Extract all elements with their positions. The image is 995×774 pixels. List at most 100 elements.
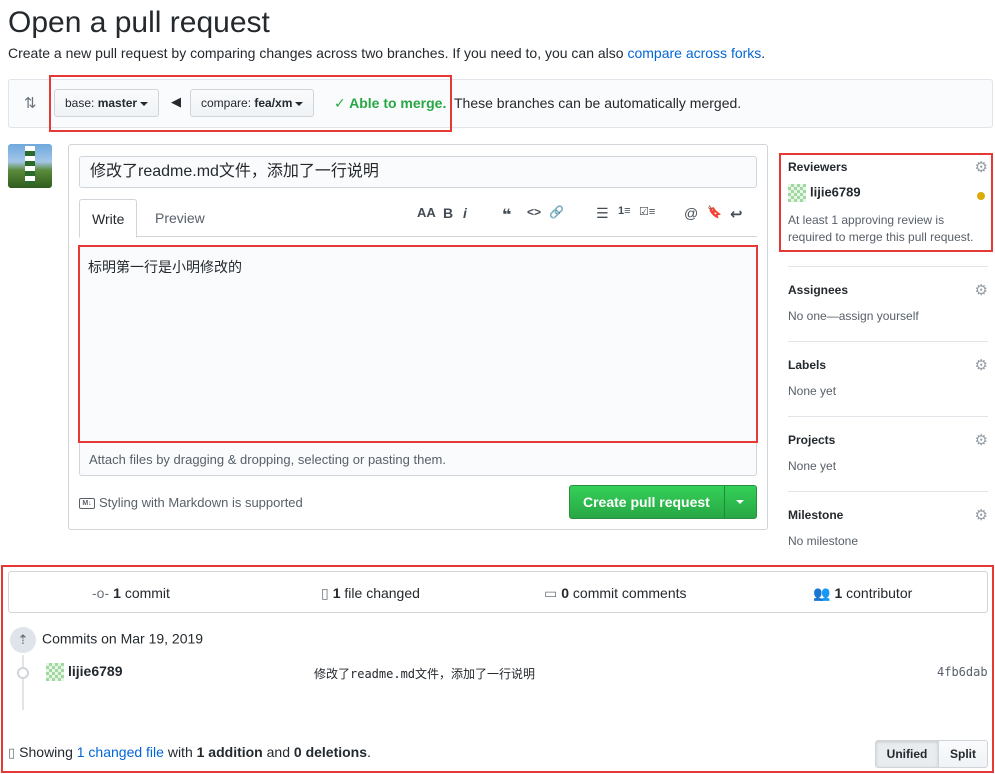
split-view-button[interactable]: Split <box>938 740 988 768</box>
gear-icon[interactable]: ⚙ <box>975 506 988 524</box>
people-icon: 👥 <box>813 585 831 601</box>
commit-message[interactable]: 修改了readme.md文件，添加了一行说明 <box>314 665 535 682</box>
milestone-section: Milestone ⚙ No milestone <box>788 506 988 548</box>
file-icon: ▯ <box>8 745 16 760</box>
assignees-section: Assignees ⚙ No one—assign yourself <box>788 281 988 323</box>
markdown-icon: M↓ <box>79 498 95 510</box>
diff-summary: ▯ Showing 1 changed file with 1 addition … <box>8 744 371 761</box>
markdown-note: M↓ Styling with Markdown is supported <box>79 495 303 510</box>
compare-branch-select[interactable]: compare: fea/xm <box>190 89 315 117</box>
milestone-label[interactable]: Milestone <box>788 508 988 522</box>
gear-icon[interactable]: ⚙ <box>975 356 988 374</box>
pr-title-input[interactable]: 修改了readme.md文件，添加了一行说明 <box>79 156 757 188</box>
gear-icon[interactable]: ⚙ <box>975 158 988 176</box>
header-text-icon[interactable]: AA <box>417 205 436 220</box>
comments-count: 0 <box>561 585 570 601</box>
markdown-note-text[interactable]: Styling with Markdown is supported <box>99 495 303 510</box>
reviewer-name[interactable]: lijie6789 <box>810 184 861 199</box>
italic-icon[interactable]: i <box>463 205 467 221</box>
stat-commits[interactable]: -o- 1 commit <box>92 572 170 614</box>
chevron-down-icon[interactable] <box>736 500 744 504</box>
user-avatar <box>8 144 52 188</box>
gear-icon[interactable]: ⚙ <box>975 431 988 449</box>
bookmark-icon[interactable]: 🔖 <box>707 205 722 219</box>
comment-icon: ▭ <box>544 585 558 601</box>
link-icon[interactable]: 🔗 <box>549 205 564 219</box>
base-branch-select[interactable]: base: master <box>54 89 160 117</box>
file-diff-icon: ▯ <box>321 585 329 601</box>
reviewers-note: At least 1 approving review is required … <box>788 213 974 244</box>
chevron-down-icon <box>140 101 149 106</box>
pr-body-textarea[interactable]: 标明第一行是小明修改的 <box>79 246 757 442</box>
base-prefix: base: <box>65 96 95 110</box>
additions-count: 1 addition <box>196 744 263 760</box>
arrow-left-icon: ◀ <box>171 94 181 109</box>
contributors-count: 1 <box>834 585 843 601</box>
compare-arrows-icon: ⇅ <box>24 95 37 112</box>
commit-sha[interactable]: 4fb6dab <box>937 665 988 679</box>
tab-write[interactable]: Write <box>79 199 138 238</box>
commit-author-name[interactable]: lijie6789 <box>68 663 123 679</box>
subtitle-end: . <box>761 45 766 61</box>
deletions-count: 0 deletions <box>293 744 368 760</box>
author-avatar[interactable] <box>46 663 64 682</box>
pr-stats-bar: -o- 1 commit ▯ 1 file changed ▭ 0 commit co… <box>8 571 988 613</box>
subtitle-text: Create a new pull request by comparing c… <box>8 45 628 61</box>
sidebar-divider <box>788 416 988 417</box>
page-title: Open a pull request <box>8 6 270 39</box>
labels-section: Labels ⚙ None yet <box>788 356 988 398</box>
comments-label: commit comments <box>572 585 687 601</box>
projects-label[interactable]: Projects <box>788 433 988 447</box>
mention-icon[interactable]: @ <box>684 205 698 221</box>
milestone-value: No milestone <box>788 534 859 548</box>
reply-icon[interactable]: ↩ <box>730 205 743 223</box>
bold-icon[interactable]: B <box>443 205 453 221</box>
and-text: and <box>262 744 294 760</box>
with-text: with <box>163 744 197 760</box>
timeline-line <box>22 655 24 710</box>
files-label: file changed <box>344 585 420 601</box>
assignees-value[interactable]: No one—assign yourself <box>788 309 988 323</box>
task-list-icon[interactable]: ☑≡ <box>639 205 655 218</box>
period-text: . <box>367 744 371 760</box>
page-subtitle: Create a new pull request by comparing c… <box>8 45 765 61</box>
changed-file-link[interactable]: 1 changed file <box>77 744 164 760</box>
stat-files[interactable]: ▯ 1 file changed <box>321 572 420 614</box>
unified-view-button[interactable]: Unified <box>875 740 939 768</box>
commit-group-icon: ⇡ <box>10 627 36 653</box>
compare-forks-link[interactable]: compare across forks <box>627 45 761 61</box>
commits-label: commit <box>124 585 170 601</box>
commits-group-header: ⇡ Commits on Mar 19, 2019 <box>10 627 203 653</box>
create-pull-request-button[interactable]: Create pull request <box>569 485 757 519</box>
ordered-list-icon[interactable]: 1≡ <box>618 205 631 217</box>
commit-author[interactable]: lijie6789 <box>46 663 123 682</box>
attach-files-bar[interactable]: Attach files by dragging & dropping, sel… <box>79 442 757 476</box>
tab-preview[interactable]: Preview <box>143 199 217 237</box>
sidebar-divider <box>788 491 988 492</box>
stat-comments[interactable]: ▭ 0 commit comments <box>544 572 687 614</box>
labels-label[interactable]: Labels <box>788 358 988 372</box>
base-branch-name: master <box>97 96 138 110</box>
projects-value: None yet <box>788 459 837 473</box>
commits-group-label: Commits on Mar 19, 2019 <box>42 630 204 647</box>
labels-value: None yet <box>788 384 837 398</box>
create-pull-request-label: Create pull request <box>583 494 710 510</box>
projects-section: Projects ⚙ None yet <box>788 431 988 473</box>
sidebar-divider <box>788 341 988 342</box>
sidebar-divider <box>788 266 988 267</box>
stat-contributors[interactable]: 👥 1 contributor <box>813 572 912 614</box>
merge-status: ✓ Able to merge. <box>334 95 447 111</box>
reviewer-row: lijie6789 <box>788 184 988 202</box>
commit-icon: -o- <box>92 585 110 601</box>
gear-icon[interactable]: ⚙ <box>975 281 988 299</box>
unordered-list-icon[interactable]: ☰ <box>596 205 609 222</box>
pending-status-dot <box>977 192 985 200</box>
quote-icon[interactable]: ❝ <box>502 205 511 225</box>
reviewer-avatar <box>788 184 806 202</box>
assignees-label[interactable]: Assignees <box>788 283 988 297</box>
reviewers-label[interactable]: Reviewers <box>788 160 988 174</box>
reviewers-section: Reviewers ⚙ lijie6789 At least 1 approvi… <box>788 158 988 250</box>
compare-prefix: compare: <box>201 96 252 110</box>
code-icon[interactable]: <> <box>527 205 541 219</box>
merge-note: These branches can be automatically merg… <box>454 95 742 111</box>
